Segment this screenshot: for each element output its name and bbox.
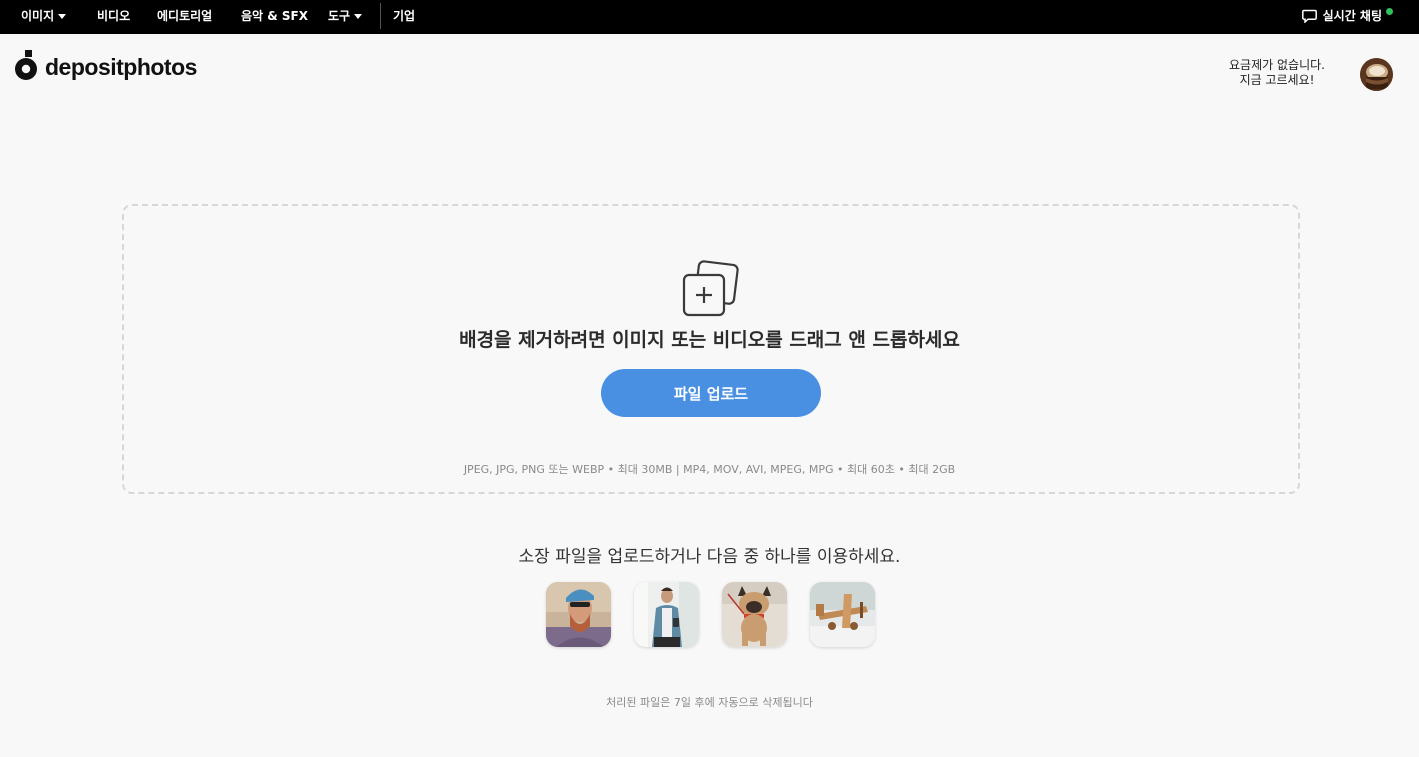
nav-item-label: 음악 & SFX (241, 9, 308, 23)
nav-item-label: 기업 (393, 9, 416, 23)
auto-delete-notice: 처리된 파일은 7일 후에 자동으로 삭제됩니다 (606, 696, 813, 709)
sample-image-wooden-airplane[interactable] (810, 582, 875, 647)
sample-thumbnail (634, 582, 699, 647)
pricing-line-2: 지금 고르세요! (1239, 73, 1315, 87)
top-navigation-bar: 이미지 비디오 에디토리얼 음악 & SFX 도구 기업 실시간 채팅 (0, 0, 1419, 34)
samples-title: 소장 파일을 업로드하거나 다음 중 하나를 이용하세요. (518, 547, 901, 567)
nav-item-label: 도구 (328, 9, 351, 23)
chat-bubble-icon (1301, 9, 1317, 23)
online-status-dot (1386, 8, 1393, 15)
sample-thumbnail (810, 582, 875, 647)
chevron-down-icon (58, 13, 67, 19)
nav-item-label: 비디오 (97, 9, 131, 23)
nav-item-music-sfx[interactable]: 음악 & SFX (241, 8, 308, 24)
upload-file-button[interactable]: 파일 업로드 (601, 369, 821, 417)
add-files-icon (682, 260, 739, 317)
logo-mark-icon (15, 50, 37, 80)
nav-item-editorial[interactable]: 에디토리얼 (157, 8, 212, 24)
pricing-prompt-link[interactable]: 요금제가 없습니다. 지금 고르세요! (1212, 58, 1342, 88)
nav-item-label: 에디토리얼 (157, 9, 213, 23)
nav-item-tools[interactable]: 도구 (328, 8, 363, 24)
sample-image-man-with-phone[interactable] (634, 582, 699, 647)
sample-thumbnail (722, 582, 787, 647)
pricing-line-1: 요금제가 없습니다. (1229, 58, 1325, 72)
nav-item-video[interactable]: 비디오 (97, 8, 130, 24)
live-chat-button[interactable]: 실시간 채팅 (1301, 7, 1393, 24)
sample-image-cyclist[interactable] (546, 582, 611, 647)
sample-image-french-bulldog[interactable] (722, 582, 787, 647)
dropzone-title: 배경을 제거하려면 이미지 또는 비디오를 드래그 앤 드롭하세요 (459, 329, 960, 351)
supported-formats-note: JPEG, JPG, PNG 또는 WEBP • 최대 30MB | MP4, … (463, 463, 956, 476)
nav-item-images[interactable]: 이미지 (21, 8, 67, 24)
chevron-down-icon (354, 13, 363, 19)
live-chat-label: 실시간 채팅 (1322, 9, 1382, 23)
nav-item-label: 이미지 (21, 9, 55, 23)
logo-text: depositphotos (45, 53, 197, 80)
sample-images (546, 582, 875, 647)
avatar-image (1360, 58, 1393, 91)
logo[interactable]: depositphotos (14, 50, 197, 82)
sample-thumbnail (546, 582, 611, 647)
nav-divider (380, 3, 381, 29)
avatar[interactable] (1360, 58, 1393, 91)
nav-item-business[interactable]: 기업 (393, 8, 415, 24)
